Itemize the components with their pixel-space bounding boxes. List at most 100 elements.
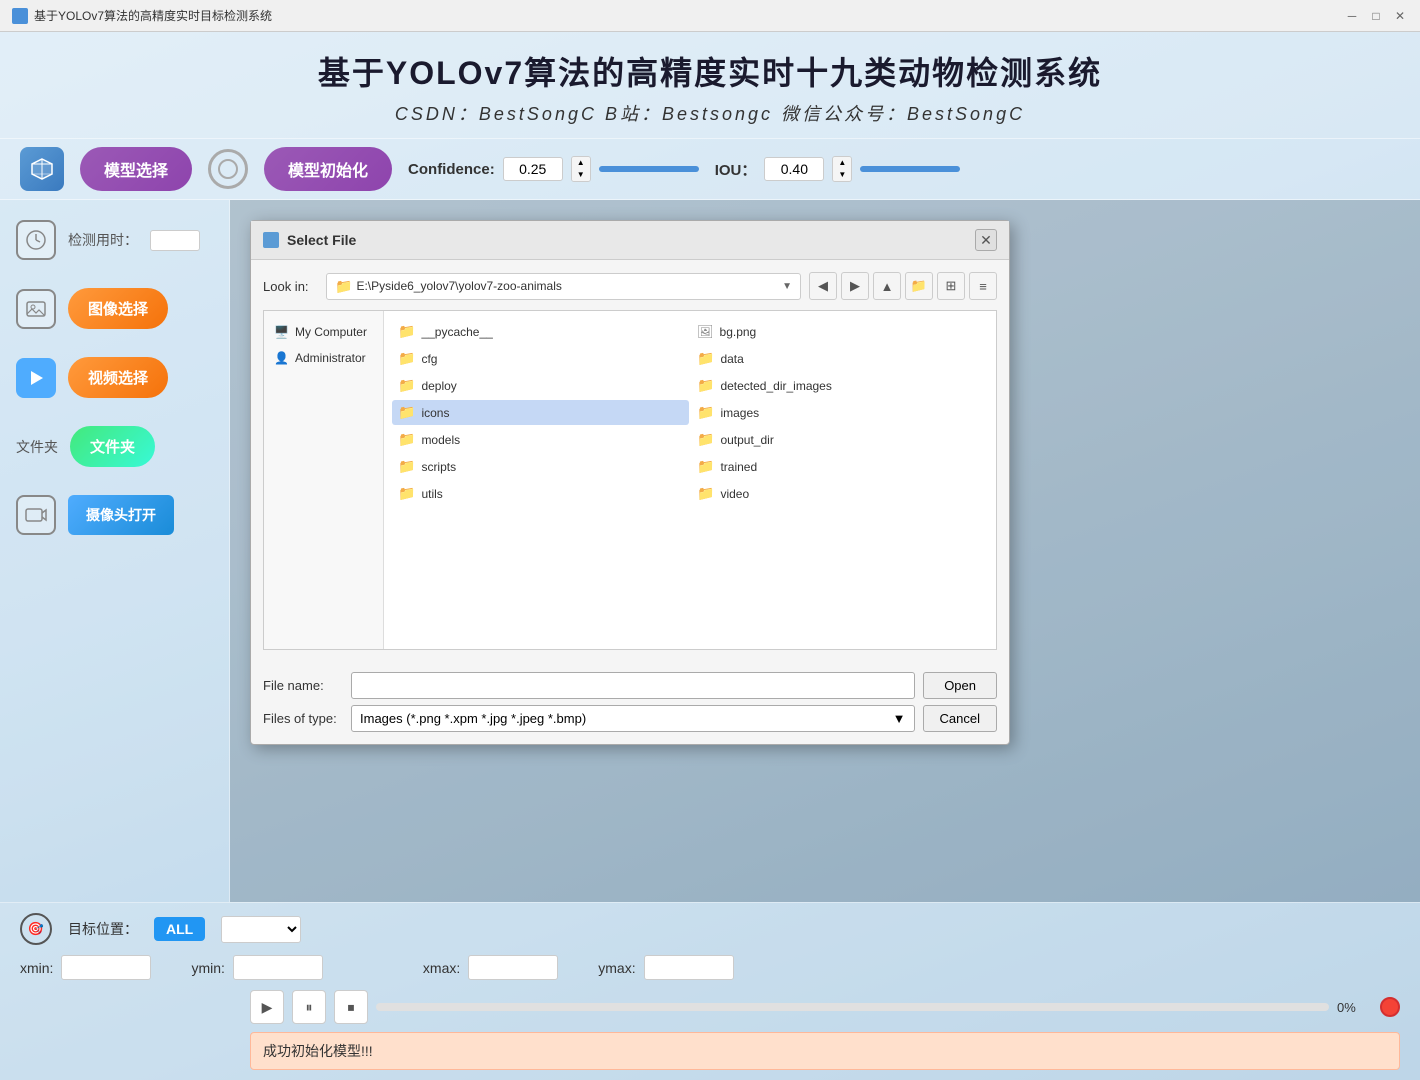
file-item-bgpng[interactable]: 🖼 bg.png	[691, 319, 988, 344]
target-label: 目标位置：	[68, 919, 138, 939]
minimize-button[interactable]: ─	[1344, 8, 1360, 24]
file-item-trained[interactable]: 📁 trained	[691, 454, 988, 479]
xmin-input[interactable]	[61, 955, 151, 980]
file-item-models[interactable]: 📁 models	[392, 427, 689, 452]
filetype-dropdown[interactable]: Images (*.png *.xpm *.jpg *.jpeg *.bmp) …	[351, 705, 915, 732]
clock-icon	[16, 220, 56, 260]
nav-new-folder-button[interactable]: 📁	[905, 272, 933, 300]
file-item-images[interactable]: 📁 images	[691, 400, 988, 425]
filename-input[interactable]	[351, 672, 915, 699]
toolbar: 模型选择 模型初始化 Confidence: ▲ ▼ IOU： ▲ ▼	[0, 138, 1420, 200]
file-item-pycache[interactable]: 📁 __pycache__	[392, 319, 689, 344]
xmin-group: xmin:	[20, 955, 151, 980]
ymin-input[interactable]	[233, 955, 323, 980]
progress-bar-container	[376, 1003, 1329, 1011]
folder-icon: 📁	[697, 350, 714, 367]
folder-icon: 📁	[398, 458, 415, 475]
nav-back-button[interactable]: ◀	[809, 272, 837, 300]
app-subtitle: CSDN：BestSongC B站：Bestsongc 微信公众号：BestSo…	[20, 100, 1400, 126]
file-name: models	[421, 433, 460, 447]
path-dropdown[interactable]: 📁 E:\Pyside6_yolov7\yolov7-zoo-animals ▼	[326, 273, 801, 300]
iou-up[interactable]: ▲	[833, 157, 851, 169]
folder-icon: 📁	[398, 485, 415, 502]
cancel-button[interactable]: Cancel	[923, 705, 997, 732]
record-button[interactable]	[1380, 997, 1400, 1017]
xmax-label: xmax:	[423, 960, 460, 976]
xmax-group: xmax:	[423, 955, 558, 980]
model-select-button[interactable]: 模型选择	[80, 147, 192, 191]
title-bar-text: 基于YOLOv7算法的高精度实时目标检测系统	[34, 7, 272, 24]
dialog-title: Select File	[287, 232, 356, 248]
file-item-cfg[interactable]: 📁 cfg	[392, 346, 689, 371]
iou-spinner[interactable]: ▲ ▼	[832, 156, 852, 182]
confidence-down[interactable]: ▼	[572, 169, 590, 181]
app-icon	[12, 8, 28, 24]
camera-button[interactable]: 摄像头打开	[68, 495, 174, 535]
iou-down[interactable]: ▼	[833, 169, 851, 181]
ymax-label: ymax:	[598, 960, 635, 976]
xmax-input[interactable]	[468, 955, 558, 980]
file-name: deploy	[421, 379, 456, 393]
open-button[interactable]: Open	[923, 672, 997, 699]
file-item-deploy[interactable]: 📁 deploy	[392, 373, 689, 398]
target-dropdown[interactable]	[221, 916, 301, 943]
dialog-overlay: Select File ✕ Look in: 📁 E:\Pyside6_yolo…	[230, 200, 1420, 902]
file-item-detected-dir-images[interactable]: 📁 detected_dir_images	[691, 373, 988, 398]
folder-icon: 📁	[398, 404, 415, 421]
status-container: 成功初始化模型!!!	[250, 1032, 1400, 1070]
coords-row: xmin: ymin: xmax: ymax:	[20, 955, 1400, 980]
title-bar-left: 基于YOLOv7算法的高精度实时目标检测系统	[12, 7, 272, 24]
confidence-slider[interactable]	[599, 166, 699, 172]
video-select-button[interactable]: 视频选择	[68, 357, 168, 398]
play-button[interactable]: ▶	[250, 990, 284, 1024]
confidence-up[interactable]: ▲	[572, 157, 590, 169]
status-text: 成功初始化模型!!!	[263, 1043, 373, 1059]
place-administrator-label: Administrator	[295, 351, 366, 365]
view-icons-button[interactable]: ⊞	[937, 272, 965, 300]
model-init-button[interactable]: 模型初始化	[264, 147, 392, 191]
all-badge-button[interactable]: ALL	[154, 917, 205, 941]
image-select-button[interactable]: 图像选择	[68, 288, 168, 329]
ymax-input[interactable]	[644, 955, 734, 980]
filetype-label: Files of type:	[263, 711, 343, 726]
computer-icon: 🖥️	[274, 325, 289, 339]
file-item-video[interactable]: 📁 video	[691, 481, 988, 506]
file-name: detected_dir_images	[720, 379, 831, 393]
iou-slider[interactable]	[860, 166, 960, 172]
maximize-button[interactable]: □	[1368, 8, 1384, 24]
file-item-icons[interactable]: 📁 icons	[392, 400, 689, 425]
pause-button[interactable]: ⏸	[292, 990, 326, 1024]
image-icon	[16, 289, 56, 329]
file-item-data[interactable]: 📁 data	[691, 346, 988, 371]
folder-button[interactable]: 文件夹	[70, 426, 155, 467]
image-file-icon: 🖼	[697, 324, 714, 340]
header: 基于YOLOv7算法的高精度实时十九类动物检测系统 CSDN：BestSongC…	[0, 32, 1420, 138]
nav-forward-button[interactable]: ▶	[841, 272, 869, 300]
video-icon	[16, 358, 56, 398]
confidence-spinner[interactable]: ▲ ▼	[571, 156, 591, 182]
dialog-close-button[interactable]: ✕	[975, 229, 997, 251]
confidence-input[interactable]	[503, 157, 563, 181]
file-item-output-dir[interactable]: 📁 output_dir	[691, 427, 988, 452]
file-item-utils[interactable]: 📁 utils	[392, 481, 689, 506]
place-my-computer-label: My Computer	[295, 325, 367, 339]
folder-item: 文件夹 文件夹	[16, 426, 213, 467]
place-administrator[interactable]: 👤 Administrator	[264, 345, 383, 371]
file-item-scripts[interactable]: 📁 scripts	[392, 454, 689, 479]
filetype-row: Files of type: Images (*.png *.xpm *.jpg…	[263, 705, 997, 732]
stop-button[interactable]: ⏹	[334, 990, 368, 1024]
view-list-button[interactable]: ≡	[969, 272, 997, 300]
detect-time-input[interactable]	[150, 230, 200, 251]
place-my-computer[interactable]: 🖥️ My Computer	[264, 319, 383, 345]
status-bar: 成功初始化模型!!!	[250, 1032, 1400, 1070]
close-button[interactable]: ✕	[1392, 8, 1408, 24]
iou-input[interactable]	[764, 157, 824, 181]
places-panel: 🖥️ My Computer 👤 Administrator	[264, 311, 384, 649]
ymax-group: ymax:	[598, 955, 733, 980]
nav-up-button[interactable]: ▲	[873, 272, 901, 300]
content-area: Select File ✕ Look in: 📁 E:\Pyside6_yolo…	[230, 200, 1420, 902]
folder-icon: 📁	[398, 431, 415, 448]
folder-label: 文件夹	[16, 437, 58, 457]
confidence-label: Confidence:	[408, 161, 495, 178]
folder-icon: 📁	[697, 377, 714, 394]
